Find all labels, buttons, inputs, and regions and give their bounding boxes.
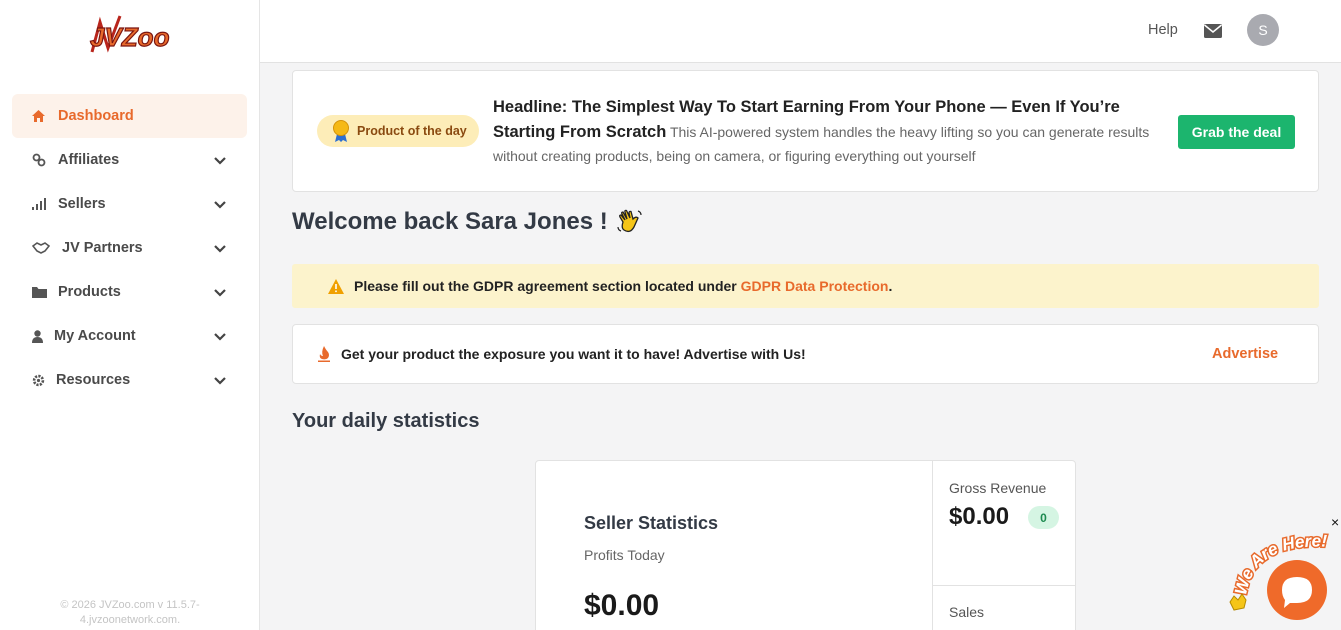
chevron-down-icon[interactable] [213, 241, 227, 255]
jvzoo-logo[interactable]: JVZoo [86, 14, 174, 56]
seller-statistics-title: Seller Statistics [584, 513, 719, 533]
chat-widget[interactable]: We Are Here! [1224, 526, 1341, 630]
topbar: Help S [260, 0, 1341, 63]
fire-icon [317, 346, 331, 362]
help-link[interactable]: Help [1148, 22, 1178, 38]
sidebar-item-resources[interactable]: Resources [12, 358, 247, 402]
profits-today-value: $0.00 [584, 589, 660, 622]
gross-revenue-label: Gross Revenue [949, 480, 1047, 496]
sidebar-item-label: Affiliates [58, 152, 120, 168]
gross-revenue-count-badge: 0 [1028, 506, 1059, 529]
link-icon [32, 153, 58, 167]
sidebar-item-label: Products [58, 284, 121, 300]
gdpr-data-protection-link[interactable]: GDPR Data Protection [741, 278, 889, 294]
gross-revenue-value: $0.00 [949, 503, 1010, 530]
sidebar-item-products[interactable]: Products [12, 270, 247, 314]
sidebar-item-sellers[interactable]: Sellers [12, 182, 247, 226]
gdpr-alert-text: Please fill out the GDPR agreement secti… [354, 278, 737, 294]
seller-statistics-card: Seller Statistics Profits Today $0.00 [535, 460, 934, 630]
sidebar-nav: Dashboard Affiliates Sellers JV Partners [12, 94, 247, 402]
folder-icon [32, 286, 58, 298]
sidebar-item-label: Resources [56, 372, 131, 388]
mail-icon[interactable] [1204, 24, 1222, 38]
sidebar-item-jv-partners[interactable]: JV Partners [12, 226, 247, 270]
user-icon [32, 329, 54, 343]
chevron-down-icon[interactable] [213, 197, 227, 211]
daily-statistics-title: Your daily statistics [292, 410, 480, 432]
sidebar-item-label: Sellers [58, 196, 106, 212]
grab-the-deal-button[interactable]: Grab the deal [1178, 115, 1295, 149]
gdpr-alert-suffix: . [888, 278, 893, 294]
waving-hand-icon [616, 208, 644, 236]
copyright-footer: © 2026 JVZoo.com v 11.5.7-4.jvzoonetwork… [60, 599, 200, 626]
waving-hand-icon [1229, 593, 1247, 611]
chevron-down-icon[interactable] [213, 285, 227, 299]
divider [933, 585, 1075, 586]
chevron-down-icon[interactable] [213, 373, 227, 387]
advertise-link[interactable]: Advertise [1212, 346, 1278, 362]
profits-today-label: Profits Today [584, 547, 665, 563]
chat-bubble-icon [1267, 560, 1327, 620]
home-icon [32, 110, 58, 122]
sidebar: JVZoo Dashboard Affiliates Sellers JV Pa… [0, 0, 260, 630]
sales-label: Sales [949, 604, 985, 620]
gear-icon [32, 374, 56, 387]
welcome-text: Welcome back Sara Jones ! [292, 208, 608, 235]
sidebar-item-my-account[interactable]: My Account [12, 314, 247, 358]
sidebar-item-label: JV Partners [62, 240, 143, 256]
sidebar-item-dashboard[interactable]: Dashboard [12, 94, 247, 138]
advertise-text: Get your product the exposure you want i… [341, 346, 806, 362]
avatar[interactable]: S [1247, 14, 1279, 46]
badge-label: Product of the day [357, 124, 467, 138]
handshake-icon [32, 242, 62, 254]
svg-text:JVZoo: JVZoo [90, 22, 170, 52]
product-of-the-day-card: Product of the day Headline: The Simples… [292, 70, 1319, 192]
sidebar-item-affiliates[interactable]: Affiliates [12, 138, 247, 182]
product-of-the-day-text: Headline: The Simplest Way To Start Earn… [493, 95, 1183, 169]
product-of-the-day-badge: Product of the day [317, 115, 479, 147]
chevron-down-icon[interactable] [213, 329, 227, 343]
chevron-down-icon[interactable] [213, 153, 227, 167]
advertise-banner: Get your product the exposure you want i… [292, 324, 1319, 384]
medal-icon [331, 120, 351, 142]
sidebar-item-label: My Account [54, 328, 136, 344]
revenue-sales-panel: Gross Revenue $0.00 0 Sales [932, 460, 1076, 630]
warning-icon [328, 278, 344, 294]
sidebar-item-label: Dashboard [58, 108, 134, 124]
gdpr-alert: Please fill out the GDPR agreement secti… [292, 264, 1319, 308]
welcome-heading: Welcome back Sara Jones ! [292, 208, 644, 236]
signal-icon [32, 198, 58, 210]
